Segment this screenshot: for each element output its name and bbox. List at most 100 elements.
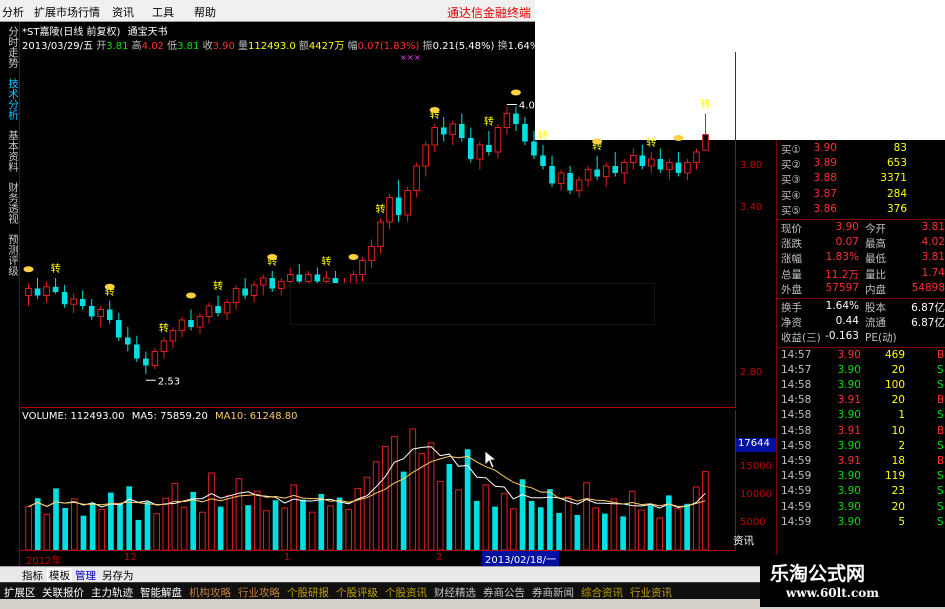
nav-tab[interactable]: 个股研报 xyxy=(287,585,329,600)
volume-bar xyxy=(281,507,289,550)
candle-body xyxy=(296,274,303,282)
nav-tab[interactable]: 智能解盘 xyxy=(140,585,182,600)
candle-body xyxy=(151,351,159,366)
candle-body xyxy=(269,278,276,289)
tab-indicators[interactable]: 指标 xyxy=(22,568,43,583)
candle-body xyxy=(125,337,131,345)
volume-bar xyxy=(455,489,462,550)
volume-bar xyxy=(574,515,581,550)
stat-row: 现价 3.90 今开 3.81 xyxy=(777,221,945,236)
star-marker: × xyxy=(407,53,414,62)
tick-row: 14:59 3.90 5 S xyxy=(777,516,945,531)
high-label: 高 xyxy=(131,41,142,52)
menu-tools[interactable]: 工具 xyxy=(152,4,174,20)
menu-extended-market[interactable]: 扩展市场行情 xyxy=(34,4,100,20)
quote-cell: 14:59 xyxy=(781,455,812,467)
nav-tab[interactable]: 机构攻略 xyxy=(189,585,231,600)
date-tick: 2 xyxy=(436,552,443,563)
volume-bar xyxy=(436,480,444,550)
quote-cell: B xyxy=(937,455,945,467)
candle-body xyxy=(232,288,240,303)
volume-chart[interactable] xyxy=(20,410,736,550)
quote-cell: 1.64% xyxy=(825,300,859,312)
quote-cell: 3.90 xyxy=(837,409,861,422)
tab-save-as[interactable]: 另存为 xyxy=(102,568,134,583)
volume-bar xyxy=(628,490,636,550)
quote-separator xyxy=(777,298,945,299)
tab-intraday[interactable]: 分时走势 xyxy=(2,26,19,68)
volume-bar xyxy=(25,506,32,550)
quote-cell: 3.90 xyxy=(837,348,861,361)
star-marker: × xyxy=(400,53,407,62)
nav-tab[interactable]: 扩展区 xyxy=(4,585,36,600)
nav-tab[interactable]: 个股资讯 xyxy=(385,585,427,600)
template-tab-bar: 指标 模板 管理 另存为 xyxy=(0,566,760,583)
volume-bar xyxy=(473,501,480,550)
site-watermark: 乐淘公式网 www.60lt.com xyxy=(760,555,945,607)
nav-tab[interactable]: 行业资讯 xyxy=(630,585,672,600)
candle-body xyxy=(88,306,95,317)
tab-financials[interactable]: 财务透视 xyxy=(2,182,19,224)
menu-news[interactable]: 资讯 xyxy=(112,4,134,20)
quote-cell: S xyxy=(937,485,944,498)
low-label: 低 xyxy=(167,41,178,52)
quote-cell: 涨跌 xyxy=(781,238,802,251)
quote-cell: B xyxy=(937,348,945,361)
tick-row: 14:59 3.90 20 S xyxy=(777,501,945,516)
nav-tab[interactable]: 关联报价 xyxy=(42,585,84,600)
signal-marker xyxy=(104,283,115,290)
tab-manage[interactable]: 管理 xyxy=(75,568,96,583)
menu-help[interactable]: 帮助 xyxy=(194,4,216,20)
volume-bar xyxy=(327,505,334,550)
nav-tab[interactable]: 券商新闻 xyxy=(532,585,574,600)
tab-ratings[interactable]: 预测评级 xyxy=(2,234,19,276)
menu-analysis[interactable]: 分析 xyxy=(2,4,24,20)
candlestick-chart[interactable]: 转转转转转转转转转转转转转 4.06 2.53 × × × xyxy=(20,52,736,408)
volume-bar xyxy=(638,509,645,550)
quote-cell: 买① xyxy=(781,144,801,156)
candle-body xyxy=(468,138,474,159)
volume-bar xyxy=(702,471,709,550)
bid-row: 买② 3.89 653 xyxy=(777,157,945,172)
nav-tab[interactable]: 券商公告 xyxy=(483,585,525,600)
nav-tab[interactable]: 主力轨迹 xyxy=(91,585,133,600)
tab-technical[interactable]: 技术分析 xyxy=(2,78,19,120)
turn-value: 1.64% xyxy=(507,41,540,52)
volume-bar xyxy=(245,505,251,550)
volume-bar xyxy=(528,501,535,550)
candle-body xyxy=(188,320,194,327)
candle-body xyxy=(522,124,528,142)
nav-tab[interactable]: 综合资讯 xyxy=(581,585,623,600)
candle-body xyxy=(503,113,511,128)
candle-body xyxy=(277,281,285,289)
volume-bar xyxy=(153,513,160,550)
candle-body xyxy=(540,155,546,166)
volume-bar xyxy=(290,484,298,550)
quote-cell: 14:59 xyxy=(781,515,812,528)
tab-templates[interactable]: 模板 xyxy=(47,568,72,583)
volume-bar xyxy=(492,506,498,550)
quote-cell: S xyxy=(937,439,944,452)
volume-bar xyxy=(235,478,243,550)
signal-marker xyxy=(267,254,278,260)
quote-cell: 1.74 xyxy=(921,266,945,279)
fundamental-row: 换手 1.64% 股本 6.87亿 xyxy=(777,300,945,315)
volume-svg xyxy=(25,428,709,550)
price-tick: 3.80 xyxy=(740,160,763,171)
quote-cell: 3.90 xyxy=(837,500,861,513)
candle-body xyxy=(557,172,565,184)
signal-label: 转 xyxy=(484,115,494,128)
tab-fundamentals[interactable]: 基本资料 xyxy=(2,130,19,172)
nav-tab[interactable]: 财经精选 xyxy=(434,585,476,600)
quote-cell: 今开 xyxy=(865,223,886,235)
tick-row: 14:58 3.91 20 B xyxy=(777,394,945,409)
volume-tick: 10000 xyxy=(740,489,772,500)
signal-label: 转 xyxy=(700,98,710,111)
volume-bar xyxy=(583,482,590,550)
quote-cell: 3.86 xyxy=(813,202,837,215)
nav-tab[interactable]: 行业攻略 xyxy=(238,585,280,600)
quote-cell: 83 xyxy=(893,142,907,154)
quote-cell: 14:57 xyxy=(781,363,812,376)
news-label[interactable]: 资讯 xyxy=(733,533,754,548)
nav-tab[interactable]: 个股评级 xyxy=(336,585,378,600)
